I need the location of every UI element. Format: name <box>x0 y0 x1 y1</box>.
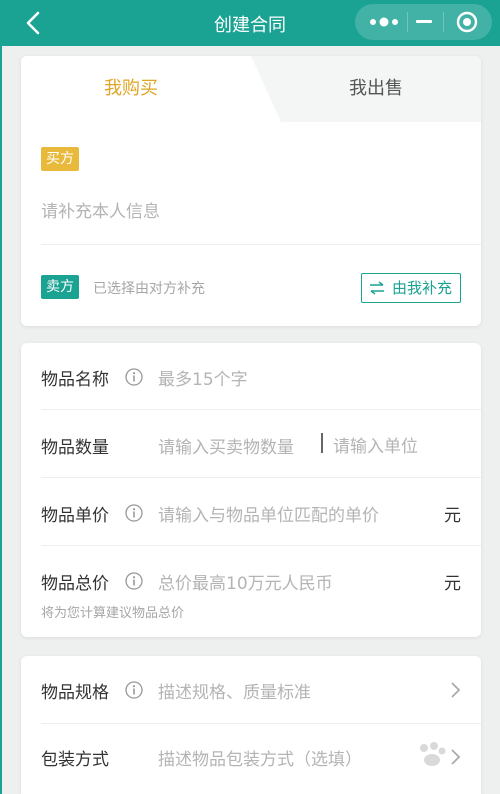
mini-program-capsule <box>355 4 492 40</box>
item-name-row: 物品名称 最多15个字 <box>21 343 481 410</box>
total-price-currency: 元 <box>444 574 461 594</box>
item-name-label: 物品名称 <box>41 370 109 390</box>
packaging-input[interactable]: 描述物品包装方式（选填） <box>158 745 362 770</box>
item-info-card: 物品名称 最多15个字 物品数量 请输入买卖物数量 请输入单位 物品单价 请输入… <box>21 343 481 637</box>
unit-price-input[interactable]: 请输入与物品单位匹配的单价 <box>158 501 379 526</box>
title-bar: 创建合同 <box>0 0 500 46</box>
info-icon[interactable] <box>125 681 143 699</box>
total-price-row: 物品总价 总价最高10万元人民币 元 将为您计算建议物品总价 <box>21 546 481 636</box>
target-circle-icon[interactable] <box>456 11 478 33</box>
capsule-divider <box>443 12 444 32</box>
total-price-input[interactable]: 总价最高10万元人民币 <box>158 569 333 594</box>
buyer-info-input[interactable]: 请补充本人信息 <box>41 197 160 222</box>
watermark-paw-icon <box>420 742 446 766</box>
unit-price-currency: 元 <box>444 506 461 526</box>
packaging-label: 包装方式 <box>41 750 109 770</box>
fill-by-me-button[interactable]: 由我补充 <box>361 273 461 303</box>
spec-input[interactable]: 描述规格、质量标准 <box>158 678 311 703</box>
seller-tag: 卖方 <box>41 275 79 299</box>
total-price-hint: 将为您计算建议物品总价 <box>41 606 185 621</box>
chevron-right-icon <box>451 682 461 698</box>
capsule-divider <box>407 12 408 32</box>
info-icon[interactable] <box>125 572 143 590</box>
left-edge-strip <box>0 46 2 794</box>
minus-icon[interactable] <box>416 20 432 23</box>
swap-arrows-icon <box>370 281 384 295</box>
info-icon[interactable] <box>125 368 143 386</box>
seller-note: 已选择由对方补充 <box>93 281 205 297</box>
spec-label: 物品规格 <box>41 683 109 703</box>
info-icon[interactable] <box>125 504 143 522</box>
item-quantity-label: 物品数量 <box>41 438 109 458</box>
party-card: 我购买 我出售 买方 请补充本人信息 卖方 已选择由对方补充 由我补充 <box>21 56 481 326</box>
total-price-label: 物品总价 <box>41 574 109 594</box>
fill-by-me-label: 由我补充 <box>392 279 453 297</box>
divider <box>41 244 481 245</box>
unit-price-label: 物品单价 <box>41 506 109 526</box>
item-quantity-input[interactable]: 请输入买卖物数量 <box>158 433 294 458</box>
item-name-input[interactable]: 最多15个字 <box>158 365 248 390</box>
more-dots-icon[interactable] <box>369 15 399 29</box>
buyer-tag: 买方 <box>41 147 79 171</box>
item-unit-input[interactable]: 请输入单位 <box>333 432 418 457</box>
tab-buy[interactable]: 我购买 <box>21 56 241 122</box>
spec-row[interactable]: 物品规格 描述规格、质量标准 <box>21 656 481 724</box>
item-quantity-row: 物品数量 请输入买卖物数量 请输入单位 <box>21 410 481 478</box>
tab-sell[interactable]: 我出售 <box>271 56 481 122</box>
unit-price-row: 物品单价 请输入与物品单位匹配的单价 元 <box>21 478 481 546</box>
input-separator <box>321 433 323 453</box>
